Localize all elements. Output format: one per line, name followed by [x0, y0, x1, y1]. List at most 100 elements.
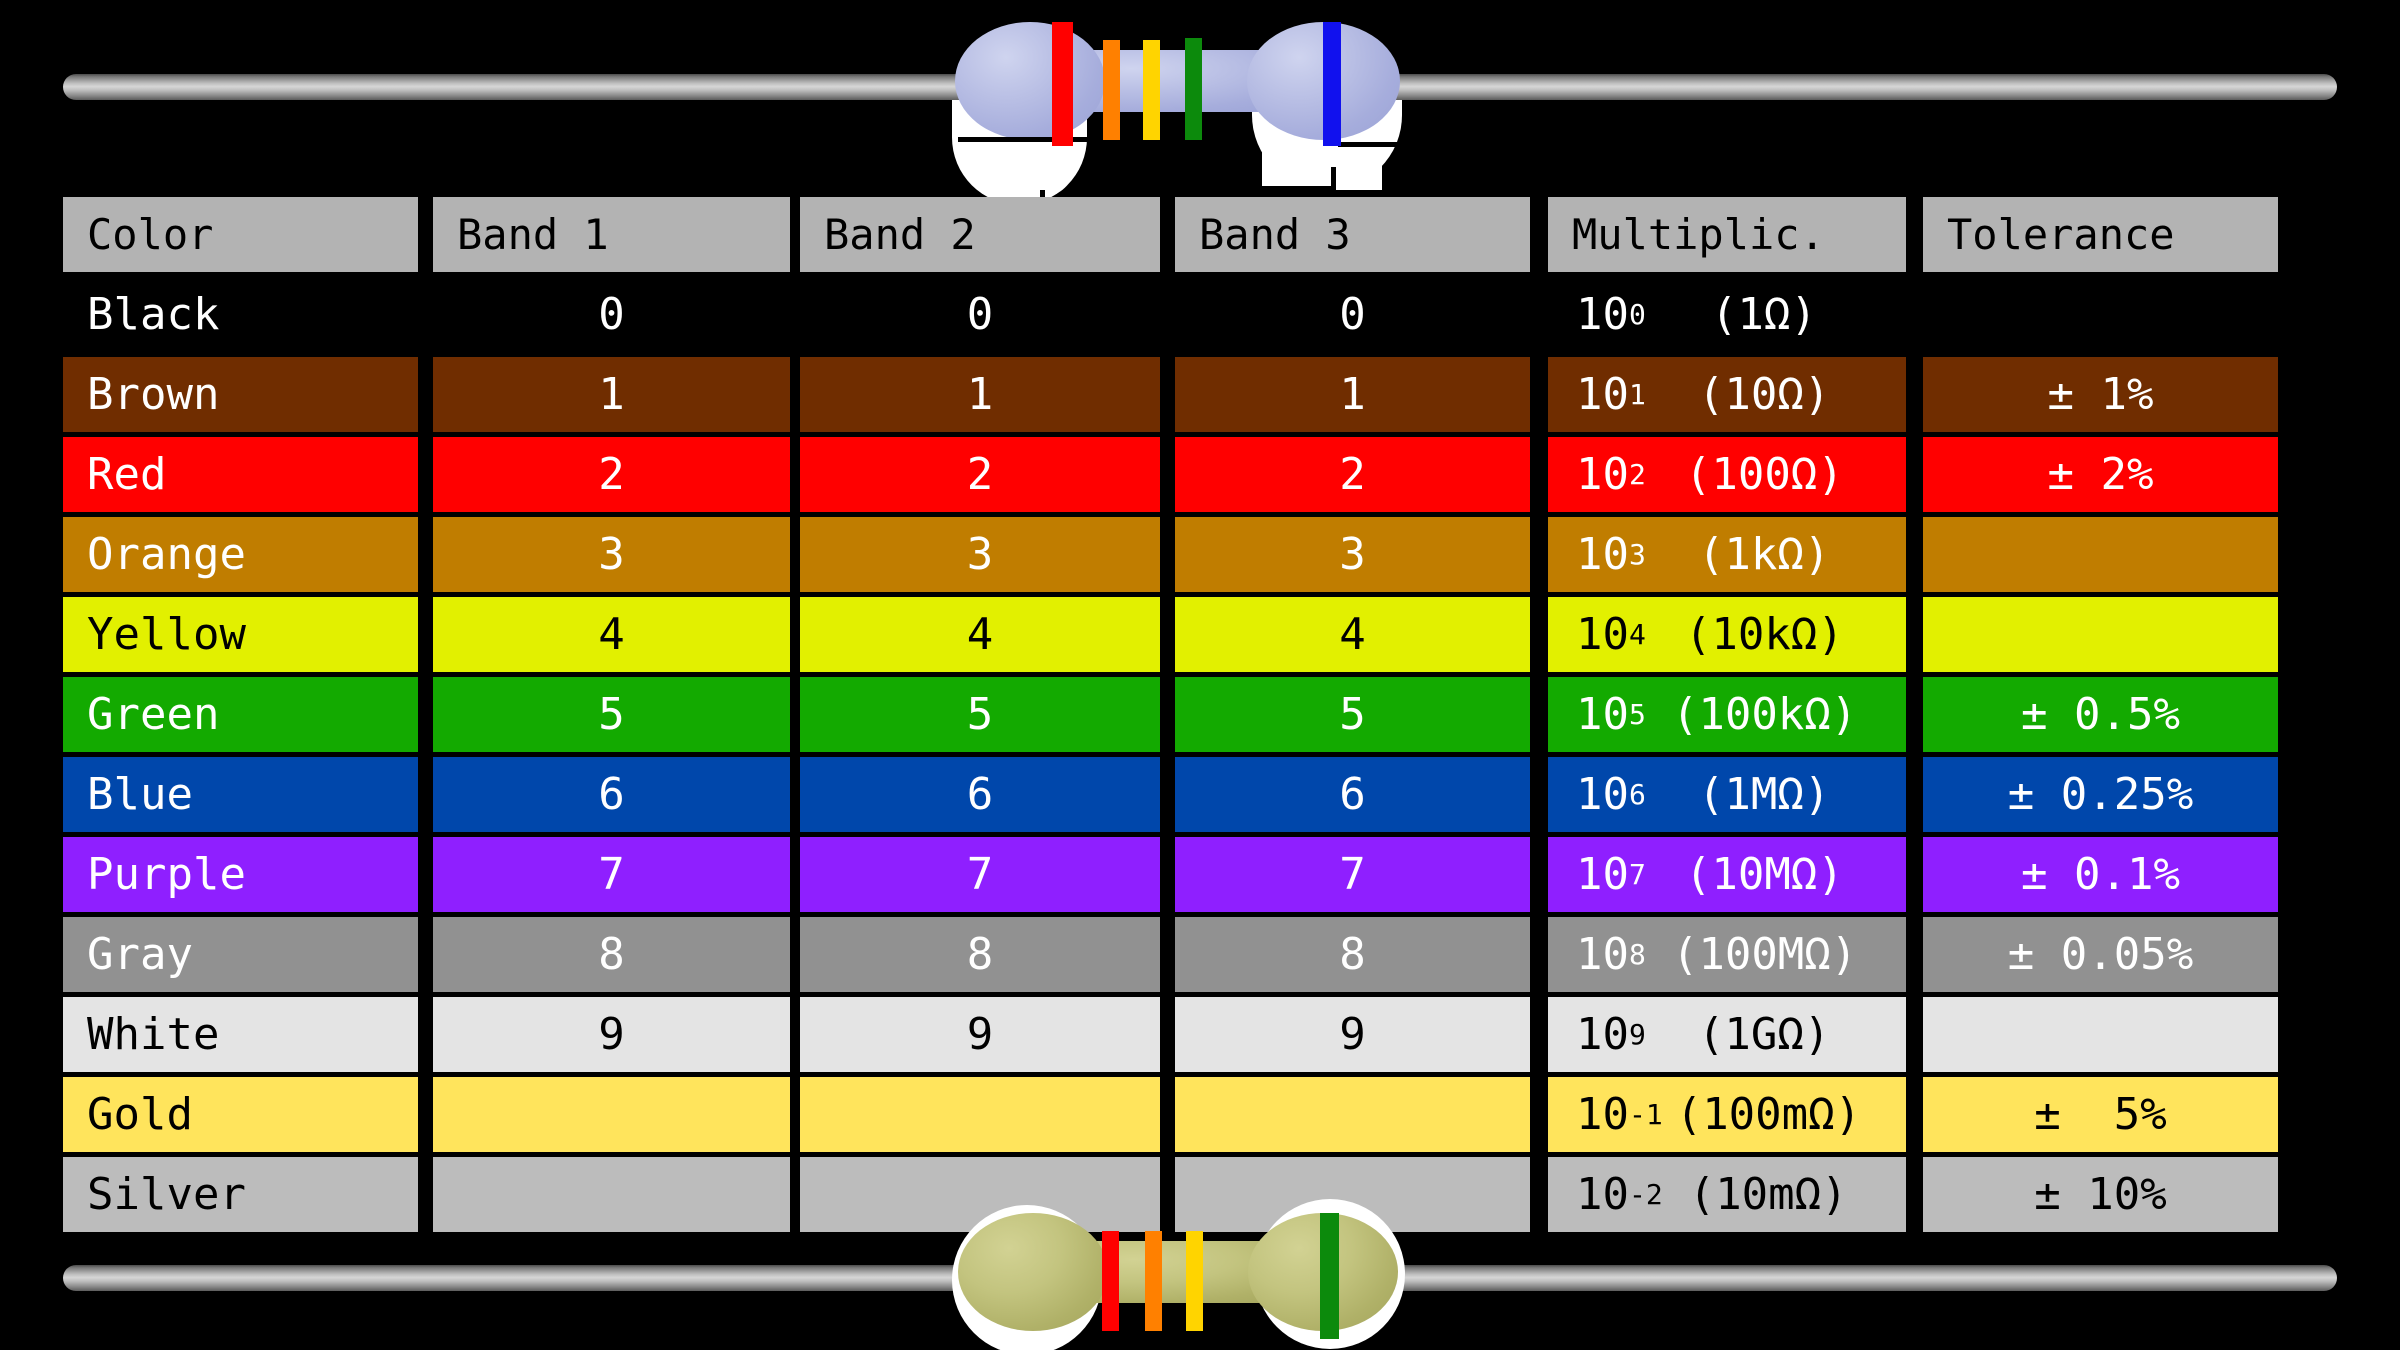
band1-value-cell: 9: [433, 997, 790, 1072]
table-row: Blue 6 6 6 10 6 (1MΩ) ± 0.25%: [0, 757, 2400, 837]
band3-value-cell: 6: [1175, 757, 1530, 832]
resistor-band-top-1: [1052, 22, 1073, 146]
multiplier-ohm-value: (100Ω): [1684, 448, 1844, 500]
band2-value-cell: 6: [800, 757, 1160, 832]
band1-value-cell: 7: [433, 837, 790, 912]
table-header-row: Color Band 1 Band 2 Band 3 Multiplic. Toleran…: [0, 197, 2400, 277]
table-row: Orange 3 3 3 10 3 (1kΩ): [0, 517, 2400, 597]
band3-value-cell: 7: [1175, 837, 1530, 912]
multiplier-ohm-value: (1GΩ): [1697, 1008, 1831, 1060]
resistor-color-code-table: Color Band 1 Band 2 Band 3 Multiplic. Toleran…: [0, 197, 2400, 1237]
render-artifact: [1262, 150, 1382, 190]
band3-value-cell: 1: [1175, 357, 1530, 432]
resistor-illustration-top: [0, 0, 2400, 205]
multiplier-base: 10: [1576, 1088, 1629, 1140]
resistor-band-bottom-2: [1145, 1231, 1162, 1331]
multiplier-cell: 10 9 (1GΩ): [1548, 997, 1906, 1072]
column-header-band-2: Band 2: [800, 197, 1160, 272]
band1-value-cell: 2: [433, 437, 790, 512]
band1-value-cell: 0: [433, 277, 790, 352]
band1-value-cell: [433, 1077, 790, 1152]
multiplier-cell: 10 5 (100kΩ): [1548, 677, 1906, 752]
multiplier-base: 10: [1576, 608, 1629, 660]
color-name-cell: Yellow: [63, 597, 418, 672]
multiplier-cell: 10 -1 (100mΩ): [1548, 1077, 1906, 1152]
multiplier-base: 10: [1576, 768, 1629, 820]
color-name-cell: Purple: [63, 837, 418, 912]
multiplier-cell: 10 0 (1Ω): [1548, 277, 1906, 352]
table-row: Brown 1 1 1 10 1 (10Ω) ± 1%: [0, 357, 2400, 437]
multiplier-ohm-value: (1Ω): [1710, 288, 1817, 340]
band2-value-cell: 3: [800, 517, 1160, 592]
multiplier-ohm-value: (100kΩ): [1671, 688, 1858, 740]
table-row: Yellow 4 4 4 10 4 (10kΩ): [0, 597, 2400, 677]
color-name-cell: Gold: [63, 1077, 418, 1152]
multiplier-cell: 10 2 (100Ω): [1548, 437, 1906, 512]
multiplier-base: 10: [1576, 448, 1629, 500]
tolerance-cell: [1923, 517, 2278, 592]
column-header-band-3: Band 3: [1175, 197, 1530, 272]
multiplier-ohm-value: (100MΩ): [1671, 928, 1858, 980]
multiplier-base: 10: [1576, 528, 1629, 580]
tolerance-cell: ± 0.1%: [1923, 837, 2278, 912]
render-artifact-line: [1040, 190, 1045, 197]
render-artifact-line: [958, 137, 1103, 142]
table-row: Purple 7 7 7 10 7 (10MΩ) ± 0.1%: [0, 837, 2400, 917]
table-row: Green 5 5 5 10 5 (100kΩ) ± 0.5%: [0, 677, 2400, 757]
resistor-band-top-multiplier: [1185, 38, 1202, 140]
multiplier-cell: 10 3 (1kΩ): [1548, 517, 1906, 592]
band3-value-cell: 5: [1175, 677, 1530, 752]
band1-value-cell: 3: [433, 517, 790, 592]
band3-value-cell: [1175, 1077, 1530, 1152]
band2-value-cell: 2: [800, 437, 1160, 512]
tolerance-cell: ± 5%: [1923, 1077, 2278, 1152]
column-header-color: Color: [63, 197, 418, 272]
column-header-tolerance: Tolerance: [1923, 197, 2278, 272]
band2-value-cell: 7: [800, 837, 1160, 912]
resistor-illustration-bottom: [0, 1199, 2400, 1350]
tolerance-cell: ± 0.5%: [1923, 677, 2278, 752]
table-row: White 9 9 9 10 9 (1GΩ): [0, 997, 2400, 1077]
multiplier-cell: 10 1 (10Ω): [1548, 357, 1906, 432]
band2-value-cell: 9: [800, 997, 1160, 1072]
band2-value-cell: [800, 1077, 1160, 1152]
band3-value-cell: 9: [1175, 997, 1530, 1072]
multiplier-cell: 10 4 (10kΩ): [1548, 597, 1906, 672]
resistor-band-top-2: [1103, 40, 1120, 140]
tolerance-cell: ± 2%: [1923, 437, 2278, 512]
color-name-cell: Brown: [63, 357, 418, 432]
multiplier-cell: 10 6 (1MΩ): [1548, 757, 1906, 832]
band2-value-cell: 1: [800, 357, 1160, 432]
tolerance-cell: ± 0.05%: [1923, 917, 2278, 992]
color-name-cell: Green: [63, 677, 418, 752]
multiplier-base: 10: [1576, 928, 1629, 980]
resistor-band-bottom-tolerance: [1320, 1213, 1339, 1339]
color-name-cell: Orange: [63, 517, 418, 592]
multiplier-ohm-value: (1kΩ): [1697, 528, 1831, 580]
table-row: Red 2 2 2 10 2 (100Ω) ± 2%: [0, 437, 2400, 517]
band1-value-cell: 5: [433, 677, 790, 752]
resistor-color-code-chart: Color Band 1 Band 2 Band 3 Multiplic. Toleran…: [0, 0, 2400, 1350]
column-header-multiplic: Multiplic.: [1548, 197, 1906, 272]
band1-value-cell: 8: [433, 917, 790, 992]
multiplier-base: 10: [1576, 1008, 1629, 1060]
column-header-band-1: Band 1: [433, 197, 790, 272]
resistor-band-bottom-3: [1186, 1231, 1203, 1331]
multiplier-ohm-value: (10Ω): [1697, 368, 1831, 420]
tolerance-cell: [1923, 597, 2278, 672]
multiplier-ohm-value: (100mΩ): [1675, 1088, 1862, 1140]
tolerance-cell: [1923, 997, 2278, 1072]
multiplier-cell: 10 7 (10MΩ): [1548, 837, 1906, 912]
color-name-cell: Gray: [63, 917, 418, 992]
multiplier-base: 10: [1576, 848, 1629, 900]
band1-value-cell: 1: [433, 357, 790, 432]
band2-value-cell: 5: [800, 677, 1160, 752]
band1-value-cell: 6: [433, 757, 790, 832]
tolerance-cell: [1923, 277, 2278, 352]
resistor-band-bottom-1: [1102, 1231, 1119, 1331]
multiplier-ohm-value: (10kΩ): [1684, 608, 1844, 660]
band3-value-cell: 2: [1175, 437, 1530, 512]
band2-value-cell: 8: [800, 917, 1160, 992]
band3-value-cell: 8: [1175, 917, 1530, 992]
resistor-band-top-tolerance: [1323, 22, 1341, 146]
